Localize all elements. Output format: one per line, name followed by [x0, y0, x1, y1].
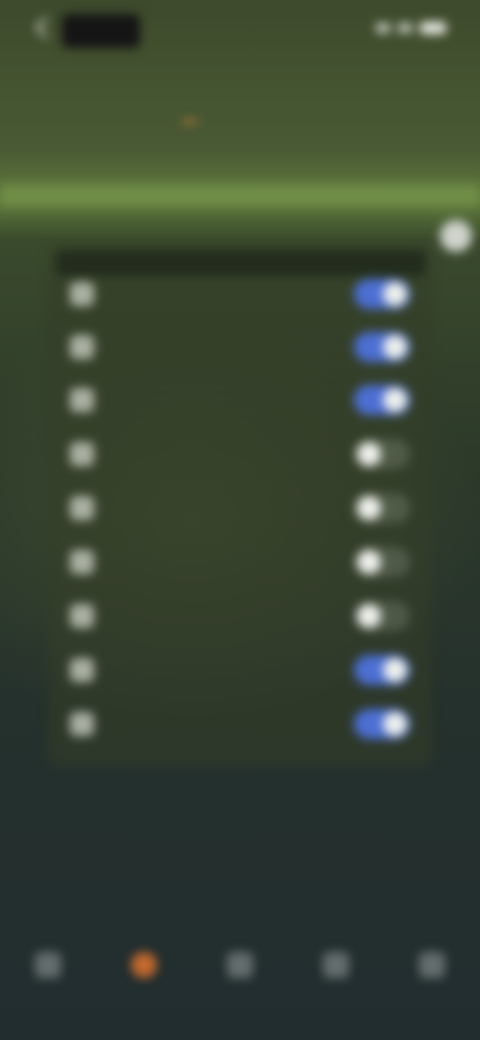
back-icon[interactable] — [34, 16, 57, 39]
message-icon — [323, 952, 349, 978]
settings-panel-header — [56, 250, 426, 276]
toggle-icon — [70, 496, 94, 520]
nav-item[interactable] — [18, 935, 78, 995]
settings-row[interactable] — [70, 652, 420, 688]
status-bar — [0, 0, 480, 60]
toggle-icon — [70, 712, 94, 736]
settings-row[interactable] — [70, 544, 420, 580]
nav-item[interactable] — [306, 935, 366, 995]
system-icons — [376, 22, 446, 34]
toggle-knob — [383, 335, 407, 359]
toggle-icon — [70, 388, 94, 412]
settings-row[interactable] — [70, 490, 420, 526]
nav-item[interactable] — [210, 935, 270, 995]
battery-icon — [420, 22, 446, 34]
profile-icon — [419, 952, 445, 978]
header-divider — [0, 178, 480, 214]
discover-icon — [131, 952, 157, 978]
toggle-switch[interactable] — [354, 709, 410, 739]
toggle-icon — [70, 442, 94, 466]
toggle-icon — [70, 335, 94, 359]
toggle-icon — [70, 282, 94, 306]
settings-row[interactable] — [70, 706, 420, 742]
settings-row[interactable] — [70, 436, 420, 472]
toggle-switch[interactable] — [354, 493, 410, 523]
toggle-switch[interactable] — [354, 332, 410, 362]
more-options-icon[interactable] — [440, 220, 472, 252]
home-icon — [35, 952, 61, 978]
nav-item[interactable] — [402, 935, 462, 995]
toggle-knob — [383, 282, 407, 306]
toggle-icon — [70, 550, 94, 574]
toggle-knob — [357, 496, 381, 520]
active-tab-indicator — [182, 120, 198, 123]
signal-icon — [376, 23, 390, 33]
toggle-knob — [357, 550, 381, 574]
header — [0, 60, 480, 190]
toggle-knob — [383, 712, 407, 736]
toggle-icon — [70, 604, 94, 628]
toggle-knob — [357, 604, 381, 628]
toggle-switch[interactable] — [354, 385, 410, 415]
bottom-nav — [0, 930, 480, 1000]
toggle-switch[interactable] — [354, 279, 410, 309]
toggle-knob — [383, 388, 407, 412]
toggle-switch[interactable] — [354, 655, 410, 685]
settings-row[interactable] — [70, 598, 420, 634]
toggle-knob — [383, 658, 407, 682]
toggle-switch[interactable] — [354, 601, 410, 631]
settings-row[interactable] — [70, 382, 420, 418]
toggle-knob — [357, 442, 381, 466]
toggle-switch[interactable] — [354, 439, 410, 469]
title-pill — [62, 14, 140, 48]
add-icon — [227, 952, 253, 978]
wifi-icon — [398, 23, 412, 33]
nav-item[interactable] — [114, 935, 174, 995]
toggle-icon — [70, 658, 94, 682]
settings-row[interactable] — [70, 329, 420, 365]
toggle-switch[interactable] — [354, 547, 410, 577]
settings-row[interactable] — [70, 276, 420, 312]
